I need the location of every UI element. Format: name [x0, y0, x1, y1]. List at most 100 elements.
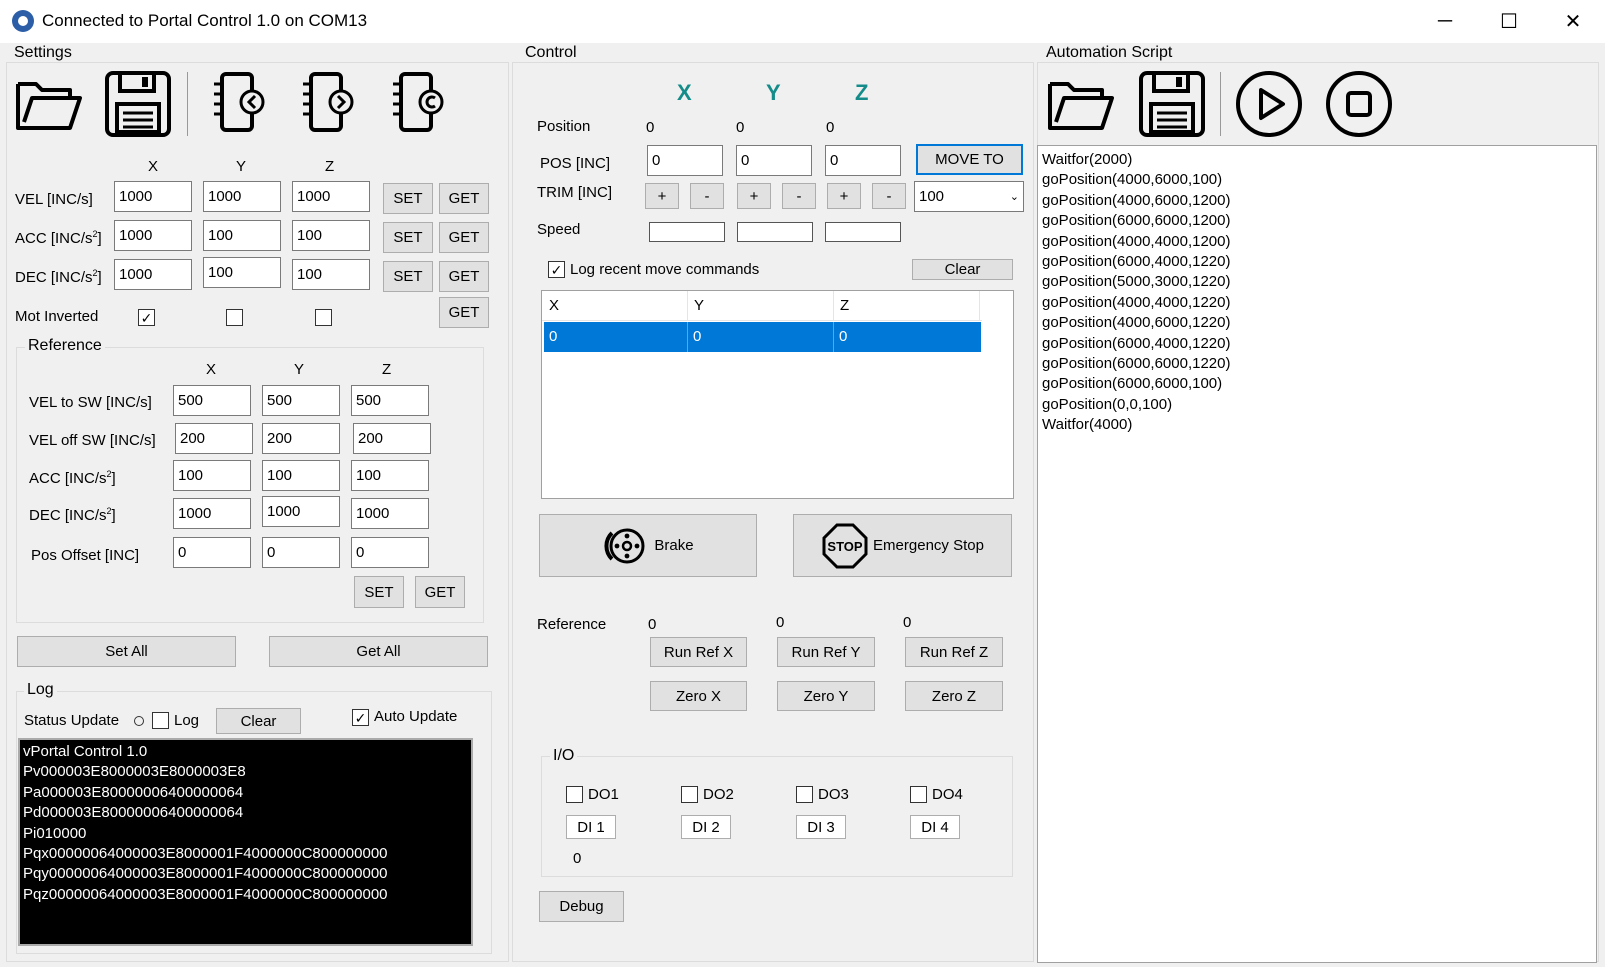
brake-icon: [604, 528, 645, 563]
log-checkbox[interactable]: [152, 712, 169, 729]
zero-x-button[interactable]: Zero X: [650, 681, 747, 711]
brake-button[interactable]: Brake: [539, 514, 757, 577]
ref-acc-z-input[interactable]: [351, 460, 429, 491]
ref-get-button[interactable]: GET: [415, 576, 465, 608]
acc-get-button[interactable]: GET: [439, 222, 489, 253]
ref-dec-y-input[interactable]: [262, 496, 340, 527]
emergency-stop-button[interactable]: STOP Emergency Stop: [793, 514, 1012, 577]
zero-y-button[interactable]: Zero Y: [777, 681, 875, 711]
trim-step-select[interactable]: 100 ⌄: [914, 181, 1024, 212]
do2-checkbox[interactable]: [681, 786, 698, 803]
save-disk-icon[interactable]: [1138, 70, 1208, 138]
do3-checkbox[interactable]: [796, 786, 813, 803]
ref-acc-label: ACC [INC/s2]: [29, 469, 116, 487]
settings-axis-y: Y: [236, 158, 247, 175]
vel-set-button[interactable]: SET: [383, 183, 433, 214]
ref-pos-offset-x-input[interactable]: [173, 537, 251, 568]
acc-y-input[interactable]: [203, 220, 281, 251]
trim-z-minus-button[interactable]: -: [872, 183, 906, 209]
trim-x-minus-button[interactable]: -: [690, 183, 724, 209]
ref-acc-x-input[interactable]: [173, 460, 251, 491]
run-ref-y-button[interactable]: Run Ref Y: [777, 637, 875, 667]
close-button[interactable]: ✕: [1541, 0, 1605, 43]
run-ref-x-button[interactable]: Run Ref X: [650, 637, 747, 667]
maximize-button[interactable]: ☐: [1477, 0, 1541, 43]
do4-checkbox[interactable]: [910, 786, 927, 803]
speed-z-display: [825, 222, 901, 242]
log-checkbox-label: Log: [174, 712, 200, 729]
list-cell-y: 0: [688, 322, 834, 352]
run-ref-z-button[interactable]: Run Ref Z: [905, 637, 1003, 667]
ref-pos-offset-z-input[interactable]: [351, 537, 429, 568]
ref-vel-to-sw-y-input[interactable]: [262, 385, 340, 416]
brake-label: Brake: [654, 537, 694, 554]
ref-vel-off-sw-z-input[interactable]: [353, 423, 431, 454]
device-download-icon[interactable]: [297, 70, 359, 136]
acc-x-input[interactable]: [114, 220, 192, 251]
mot-inverted-y-checkbox[interactable]: [226, 309, 243, 326]
trim-label: TRIM [INC]: [537, 184, 612, 201]
open-folder-icon[interactable]: [14, 70, 84, 136]
recent-moves-list[interactable]: X Y Z 0 0 0: [541, 290, 1014, 499]
set-all-button[interactable]: Set All: [17, 636, 236, 667]
zero-z-button[interactable]: Zero Z: [905, 681, 1003, 711]
device-reset-icon[interactable]: [387, 70, 449, 136]
vel-get-button[interactable]: GET: [439, 183, 489, 214]
list-header-x[interactable]: X: [542, 291, 688, 321]
list-item[interactable]: 0 0 0: [544, 322, 981, 352]
ref-set-button[interactable]: SET: [354, 576, 404, 608]
minimize-button[interactable]: ─: [1413, 0, 1477, 43]
ref-pos-offset-label: Pos Offset [INC]: [31, 547, 140, 564]
list-header-z[interactable]: Z: [834, 291, 980, 321]
toolbar-divider: [1220, 72, 1221, 136]
vel-y-input[interactable]: [203, 181, 281, 212]
acc-z-input[interactable]: [292, 220, 370, 251]
control-clear-button[interactable]: Clear: [912, 259, 1013, 280]
dec-x-input[interactable]: [114, 259, 192, 290]
trim-z-plus-button[interactable]: +: [827, 183, 861, 209]
move-to-button[interactable]: MOVE TO: [916, 144, 1023, 175]
dec-y-input[interactable]: [203, 257, 281, 288]
ref-vel-to-sw-z-input[interactable]: [351, 385, 429, 416]
debug-button[interactable]: Debug: [539, 891, 624, 922]
device-upload-icon[interactable]: [208, 70, 270, 136]
auto-update-checkbox[interactable]: ✓: [352, 709, 369, 726]
stop-icon[interactable]: [1325, 70, 1393, 138]
script-line: goPosition(5000,3000,1220): [1042, 273, 1231, 291]
dec-set-button[interactable]: SET: [383, 261, 433, 292]
save-disk-icon[interactable]: [104, 70, 174, 138]
mot-inverted-x-checkbox[interactable]: ✓: [138, 309, 155, 326]
log-clear-button[interactable]: Clear: [216, 708, 301, 734]
ref-vel-off-sw-y-input[interactable]: [262, 423, 340, 454]
trim-x-plus-button[interactable]: +: [645, 183, 679, 209]
dec-z-input[interactable]: [292, 259, 370, 290]
trim-y-minus-button[interactable]: -: [782, 183, 816, 209]
pos-z-input[interactable]: [825, 145, 901, 176]
ref-vel-to-sw-x-input[interactable]: [173, 385, 251, 416]
do1-checkbox[interactable]: [566, 786, 583, 803]
vel-z-input[interactable]: [292, 181, 370, 212]
get-all-button[interactable]: Get All: [269, 636, 488, 667]
acc-set-button[interactable]: SET: [383, 222, 433, 253]
di2-indicator: DI 2: [681, 815, 731, 839]
ref-acc-y-input[interactable]: [262, 460, 340, 491]
log-output[interactable]: vPortal Control 1.0 Pv000003E8000003E8000…: [18, 738, 473, 946]
reference-y-value: 0: [776, 614, 785, 631]
play-icon[interactable]: [1235, 70, 1303, 138]
mot-inverted-z-checkbox[interactable]: [315, 309, 332, 326]
mot-inverted-get-button[interactable]: GET: [439, 297, 489, 328]
script-line: goPosition(4000,6000,100): [1042, 171, 1223, 189]
ref-pos-offset-y-input[interactable]: [262, 537, 340, 568]
pos-y-input[interactable]: [736, 145, 812, 176]
pos-x-input[interactable]: [647, 145, 723, 176]
vel-x-input[interactable]: [114, 181, 192, 212]
ref-vel-off-sw-x-input[interactable]: [175, 423, 253, 454]
log-recent-checkbox[interactable]: ✓: [548, 261, 565, 278]
trim-y-plus-button[interactable]: +: [737, 183, 771, 209]
ref-dec-x-input[interactable]: [173, 498, 251, 529]
script-editor[interactable]: Waitfor(2000) goPosition(4000,6000,100) go…: [1037, 145, 1597, 963]
ref-dec-z-input[interactable]: [351, 498, 429, 529]
dec-get-button[interactable]: GET: [439, 261, 489, 292]
list-header-y[interactable]: Y: [688, 291, 834, 321]
open-folder-icon[interactable]: [1046, 70, 1116, 136]
